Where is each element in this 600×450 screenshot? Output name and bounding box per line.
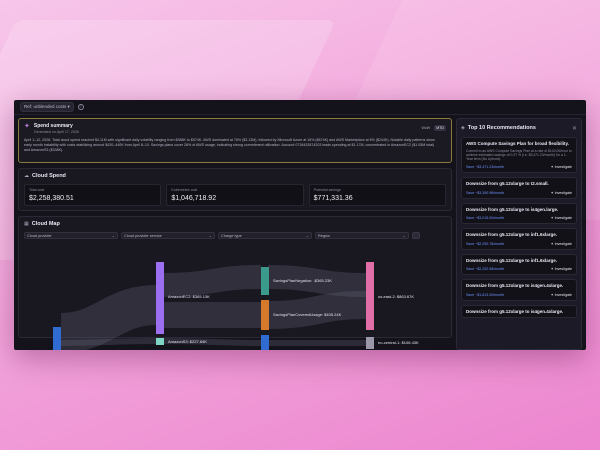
card-value: $771,331.36 — [313, 195, 353, 202]
period-toggle: WoW MTD — [419, 125, 446, 131]
investigate-button[interactable]: ✦ Investigate — [551, 242, 572, 246]
total-cost-card: Total cost $2,258,380.51 — [24, 184, 162, 206]
flow-link — [163, 265, 262, 297]
card-label: Total cost — [29, 188, 45, 192]
node-savingsplan-covered[interactable] — [261, 300, 269, 330]
map-icon: ▦ — [24, 221, 29, 227]
chevron-down-icon: ⌄ — [208, 233, 212, 238]
investigate-button[interactable]: ✦ Investigate — [551, 267, 572, 271]
node-charge-other[interactable] — [261, 335, 269, 350]
recommendation-card[interactable]: Downsize from g5.12xlarge to t2.small. S… — [461, 177, 577, 199]
cloud-map-title: Cloud Map — [31, 221, 60, 227]
rec-title: Downsize from g5.12xlarge to inf1.6xlarg… — [466, 232, 558, 238]
rec-savings: Save ~$3,015.00/month — [466, 216, 505, 221]
rec-title: Downsize from g5.12xlarge to is4gen.4xla… — [466, 308, 564, 314]
rec-title: Downsize from g5.12xlarge to t2.small. — [466, 181, 549, 187]
select-cloud-provider[interactable]: Cloud provider ⌄ — [24, 232, 118, 239]
investigate-button[interactable]: ✦ Investigate — [551, 293, 572, 297]
card-label: Potential savings — [313, 188, 341, 192]
label-s3: AmazonS3: $227.84K — [168, 339, 207, 344]
label-us-east-2: us-east-2: $863.67K — [378, 294, 414, 299]
label-ec2: AmazonEC2: $365.13K — [168, 294, 210, 299]
potential-savings-card: Potential savings $771,331.36 — [308, 184, 446, 206]
kubernetes-cost-card: Kubernetes cost $1,046,718.92 — [166, 184, 304, 206]
cloud-spend-title: Cloud Spend — [32, 173, 66, 179]
lightbulb-icon: ◈ — [461, 125, 465, 131]
spend-summary: ✦ Spend summary Generated on April 17, 2… — [18, 118, 452, 163]
chevron-down-icon: ⌄ — [305, 233, 309, 238]
rec-title: AWS Compute Savings Plan for broad flexi… — [466, 141, 569, 146]
recommendation-card[interactable]: Downsize from g5.12xlarge to is4gen.4xla… — [461, 304, 577, 319]
summary-text: April 1–12, 2026: Total cloud spend reac… — [24, 138, 435, 152]
recommendation-card[interactable]: AWS Compute Savings Plan for broad flexi… — [461, 137, 577, 174]
help-icon[interactable]: ? — [77, 104, 84, 110]
rec-savings: Save ~$3,390.98/month — [466, 190, 505, 195]
recommendation-card[interactable]: Downsize from g5.12xlarge to is4gen.larg… — [461, 202, 577, 225]
rec-description: Commit to an AWS Compute Savings Plan at… — [466, 148, 572, 161]
chevron-down-icon: ⌄ — [402, 233, 406, 238]
select-region[interactable]: Region ⌄ — [315, 232, 409, 239]
rec-title: Downsize from g5.12xlarge to is4gen.4xla… — [466, 283, 564, 289]
node-eu-central-1[interactable] — [366, 337, 374, 349]
toggle-wow[interactable]: WoW — [419, 125, 432, 131]
recommendations-title: Top 10 Recommendations — [467, 125, 536, 131]
summary-title: Spend summary — [33, 123, 73, 129]
cloud-spend-panel: ☁ Cloud Spend Total cost $2,258,380.51 K… — [18, 168, 452, 211]
select-service[interactable]: Cloud provider service ⌄ — [121, 232, 215, 239]
rec-savings: Save ~$2,290.78/month — [466, 241, 505, 246]
node-cloud-provider[interactable] — [53, 327, 61, 350]
flow-link — [59, 285, 158, 350]
investigate-button[interactable]: ✦ Investigate — [551, 191, 572, 195]
rec-title: Downsize from g5.12xlarge to is4gen.larg… — [466, 206, 559, 212]
chevron-down-icon: ⌄ — [111, 233, 115, 238]
dimension-selectors: Cloud provider ⌄ Cloud provider service ⌄ … — [24, 232, 446, 239]
node-us-east-2[interactable] — [366, 262, 374, 330]
rec-savings: Save ~$3,471.23/month — [466, 165, 505, 170]
rec-title: Downsize from g5.12xlarge to inf1.6xlarg… — [466, 257, 558, 263]
flow-link — [60, 338, 157, 346]
select-charge-type[interactable]: Charge type ⌄ — [218, 232, 312, 239]
top-bar: Ref: unblended costs ▾ ? — [14, 100, 586, 115]
label-covered: SavingsPlanCoveredUsage: $405.24K — [273, 312, 342, 317]
node-savingsplan-negation[interactable] — [261, 267, 269, 295]
recommendation-card[interactable]: Downsize from g5.12xlarge to inf1.6xlarg… — [461, 253, 577, 276]
sparkle-icon: ✦ — [24, 123, 30, 130]
recommendations-panel: ◈ Top 10 Recommendations ✕ AWS Compute S… — [456, 118, 582, 350]
node-amazons3[interactable] — [156, 338, 164, 345]
add-dimension-button[interactable] — [412, 232, 420, 239]
card-label: Kubernetes cost — [171, 188, 198, 192]
toggle-mtd[interactable]: MTD — [434, 125, 446, 131]
rec-savings: Save ~$1,813.00/month — [466, 292, 505, 297]
investigate-button[interactable]: ✦ Investigate — [551, 165, 572, 169]
summary-date: Generated on April 17, 2026 — [33, 130, 79, 134]
cost-type-filter[interactable]: Ref: unblended costs ▾ — [20, 102, 74, 112]
label-eu-central-1: eu-central-1: $106.43K — [378, 340, 419, 345]
label-negation: SavingsPlanNegation: -$365.23K — [273, 278, 332, 283]
node-amazonec2[interactable] — [156, 262, 164, 334]
recommendation-card[interactable]: Downsize from g5.12xlarge to is4gen.4xla… — [461, 279, 577, 301]
investigate-button[interactable]: ✦ Investigate — [551, 216, 572, 220]
recommendation-card[interactable]: Downsize from g5.12xlarge to inf1.6xlarg… — [461, 228, 577, 250]
card-value: $2,258,380.51 — [29, 195, 74, 202]
card-value: $1,046,718.92 — [171, 195, 217, 202]
app-window: Ref: unblended costs ▾ ? ✦ Spend summary… — [14, 100, 586, 350]
close-icon[interactable]: ✕ — [572, 125, 577, 132]
cloud-icon: ☁ — [24, 173, 29, 179]
cloud-map-sankey: AmazonEC2: $365.13K AmazonS3: $227.84K S… — [53, 262, 419, 350]
rec-savings: Save ~$2,252.58/month — [466, 267, 505, 272]
